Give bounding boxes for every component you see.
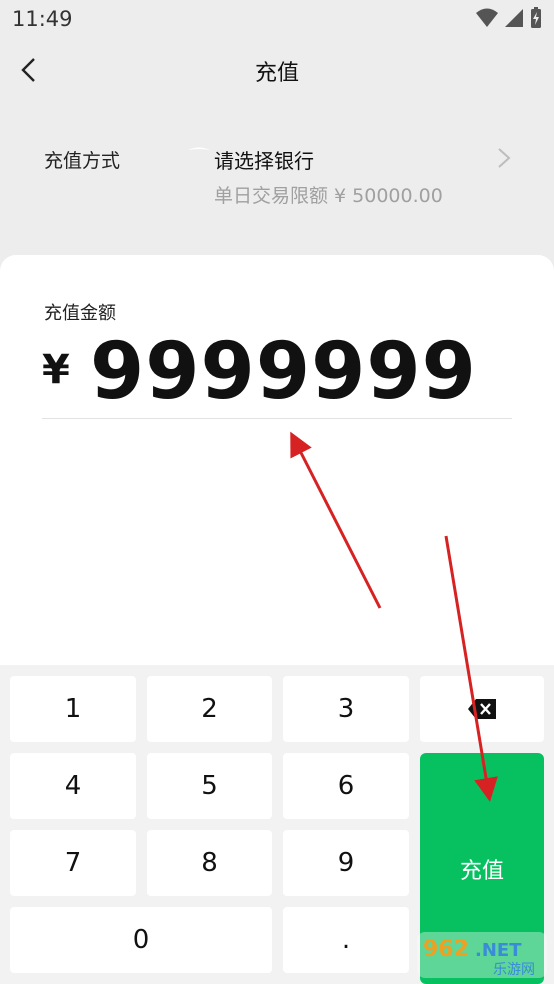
svg-text:.NET: .NET bbox=[475, 940, 522, 961]
key-2[interactable]: 2 bbox=[147, 676, 272, 742]
key-0[interactable]: 0 bbox=[10, 907, 272, 973]
key-dot[interactable]: . bbox=[283, 907, 409, 973]
watermark-logo-icon: 962 .NET 乐游网 bbox=[417, 932, 547, 978]
svg-text:962: 962 bbox=[423, 937, 469, 962]
key-6[interactable]: 6 bbox=[283, 753, 409, 819]
status-time: 11:49 bbox=[12, 7, 73, 31]
daily-limit-text: 单日交易限额 ¥ 50000.00 bbox=[214, 185, 443, 207]
watermark-logo: 962 .NET 乐游网 bbox=[415, 930, 549, 980]
chevron-right-icon bbox=[498, 148, 511, 168]
key-3[interactable]: 3 bbox=[283, 676, 409, 742]
currency-symbol: ¥ bbox=[42, 347, 70, 393]
key-9[interactable]: 9 bbox=[283, 830, 409, 896]
wifi-icon bbox=[476, 8, 498, 27]
bank-select[interactable]: 请选择银行 bbox=[214, 145, 314, 174]
amount-underline bbox=[42, 418, 512, 419]
status-bar: 11:49 bbox=[0, 0, 554, 36]
status-icons bbox=[476, 6, 542, 30]
key-5[interactable]: 5 bbox=[147, 753, 272, 819]
svg-text:乐游网: 乐游网 bbox=[493, 962, 535, 978]
method-label: 充值方式 bbox=[44, 150, 121, 172]
battery-icon bbox=[531, 7, 541, 28]
backspace-key[interactable] bbox=[420, 676, 544, 742]
bank-logo-icon bbox=[188, 147, 210, 150]
key-1[interactable]: 1 bbox=[10, 676, 136, 742]
amount-label: 充值金额 bbox=[44, 303, 116, 324]
amount-card: 充值金额 ¥ 9999999 bbox=[0, 255, 554, 675]
page-title: 充值 bbox=[254, 61, 299, 86]
recharge-method-row[interactable]: 充值方式 请选择银行 单日交易限额 ¥ 50000.00 bbox=[0, 118, 554, 228]
key-4[interactable]: 4 bbox=[10, 753, 136, 819]
amount-input[interactable]: 9999999 bbox=[90, 327, 477, 417]
key-8[interactable]: 8 bbox=[147, 830, 272, 896]
nav-bar: 充值 bbox=[0, 36, 554, 106]
key-7[interactable]: 7 bbox=[10, 830, 136, 896]
signal-icon bbox=[505, 9, 523, 27]
backspace-icon bbox=[468, 699, 496, 719]
